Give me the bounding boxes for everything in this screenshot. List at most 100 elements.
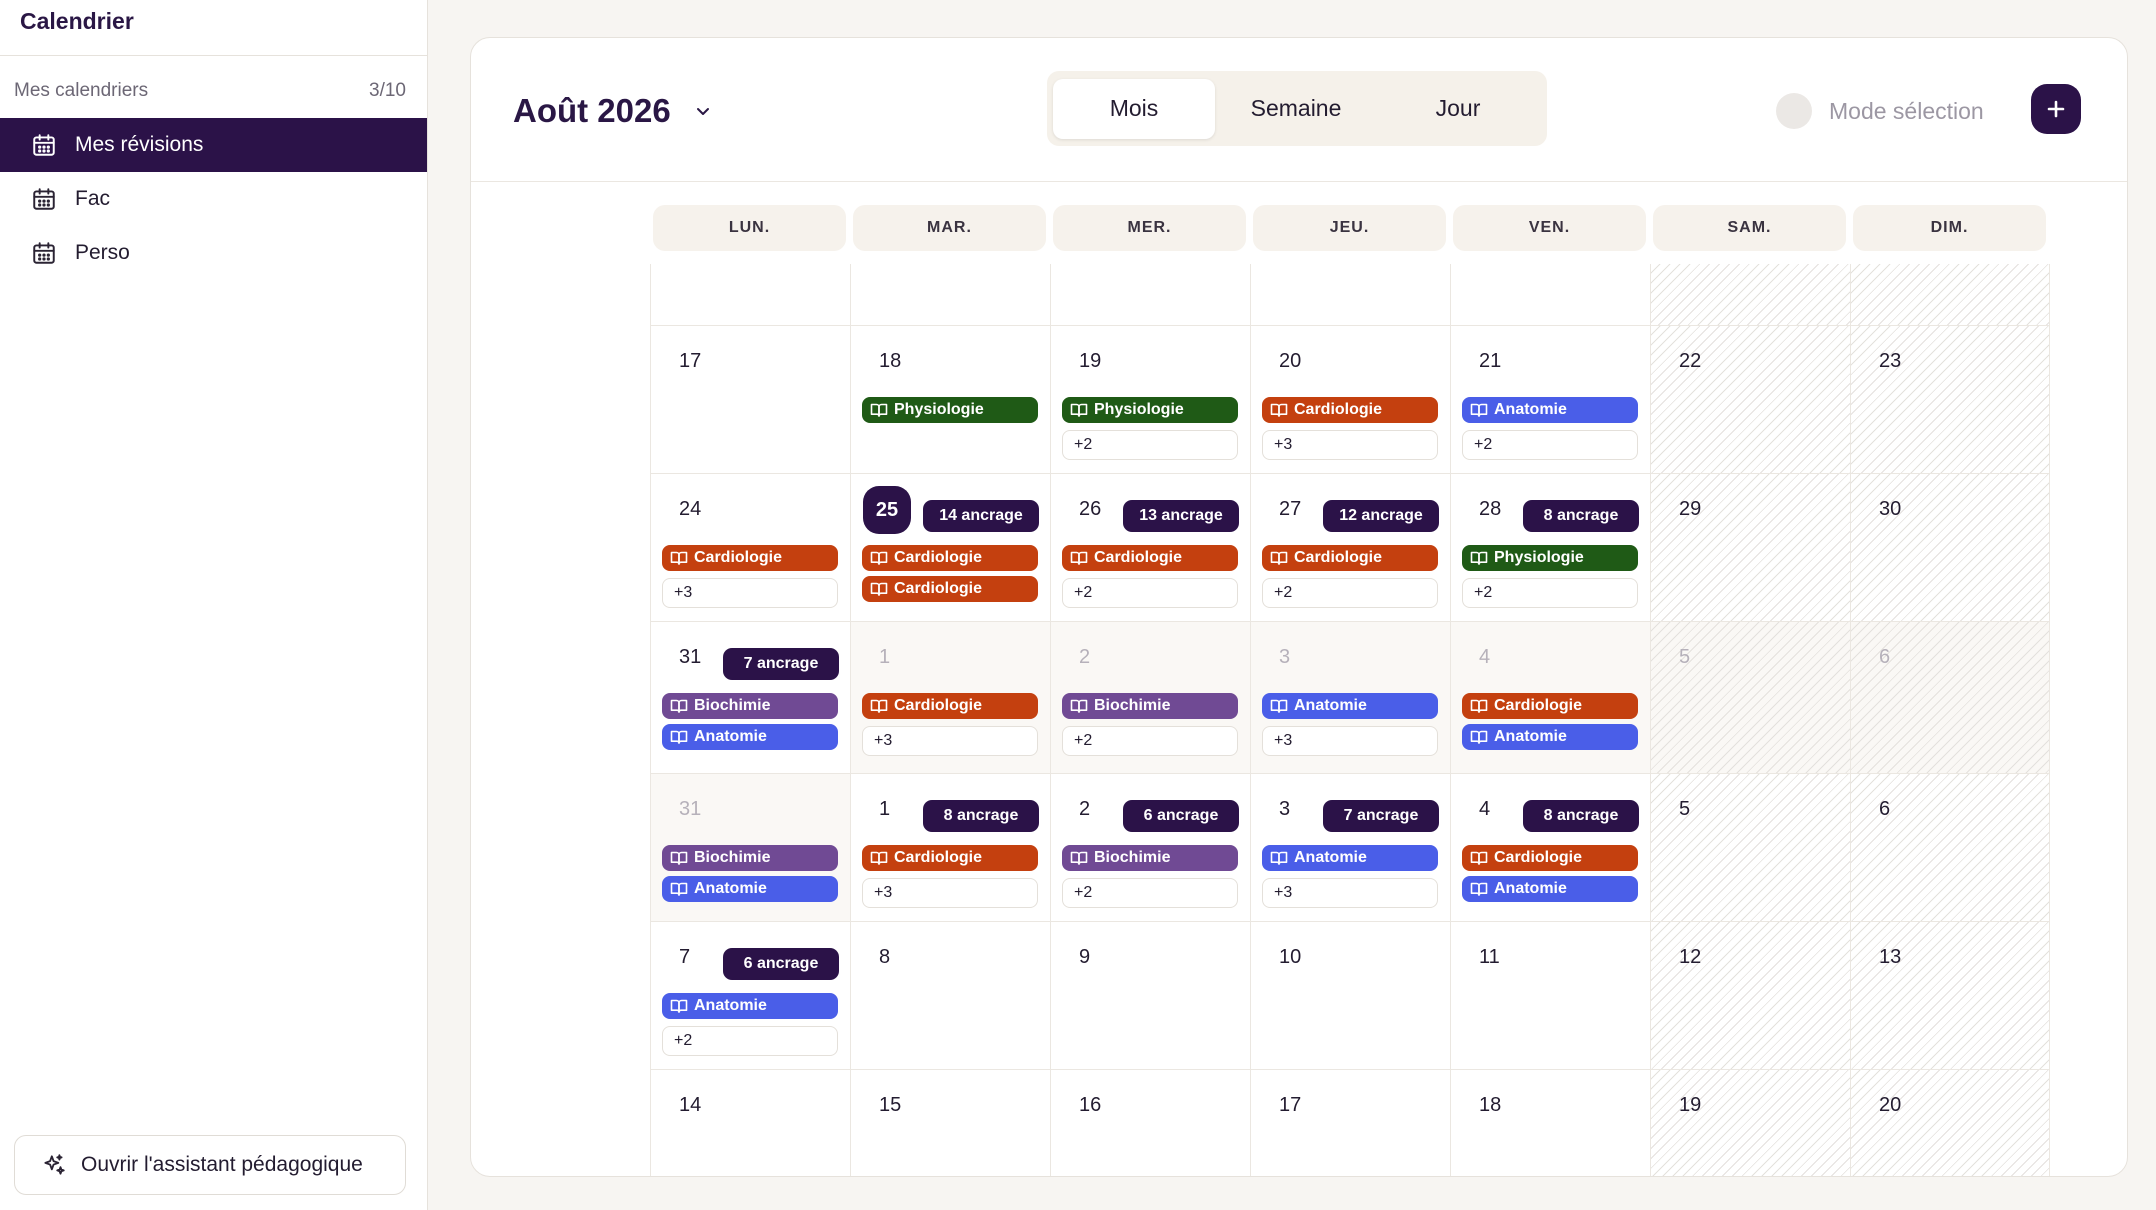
sidebar-item-perso[interactable]: Perso xyxy=(0,226,427,280)
ancrage-badge[interactable]: 13 ancrage xyxy=(1123,500,1239,532)
day-cell[interactable] xyxy=(650,264,850,326)
tab-mois[interactable]: Mois xyxy=(1053,78,1215,139)
event-chip[interactable]: Physiologie xyxy=(862,397,1038,423)
day-cell[interactable] xyxy=(1250,264,1450,326)
event-chip[interactable]: Cardiologie xyxy=(862,693,1038,719)
day-cell[interactable]: 4 Cardiologie Anatomie xyxy=(1450,622,1650,774)
day-cell[interactable]: 24 Cardiologie +3 xyxy=(650,474,850,622)
day-cell[interactable]: 16 xyxy=(1050,1070,1250,1176)
day-cell[interactable]: 28 8 ancrage Physiologie +2 xyxy=(1450,474,1650,622)
day-cell[interactable]: 13 xyxy=(1850,922,2050,1070)
open-assistant-button[interactable]: Ouvrir l'assistant pédagogique xyxy=(14,1135,406,1195)
day-cell[interactable]: 12 xyxy=(1650,922,1850,1070)
day-cell[interactable] xyxy=(1050,264,1250,326)
event-chip[interactable]: Anatomie xyxy=(662,876,838,902)
selection-mode-toggle[interactable]: Mode sélection xyxy=(1776,93,1984,129)
ancrage-badge[interactable]: 7 ancrage xyxy=(723,648,839,680)
month-picker[interactable]: Août 2026 xyxy=(513,92,713,130)
day-cell[interactable]: 31 7 ancrage Biochimie Anatomie xyxy=(650,622,850,774)
event-chip[interactable]: Anatomie xyxy=(1462,876,1638,902)
day-cell[interactable] xyxy=(1650,264,1850,326)
day-cell[interactable]: 20 xyxy=(1850,1070,2050,1176)
day-cell[interactable]: 26 13 ancrage Cardiologie +2 xyxy=(1050,474,1250,622)
day-cell[interactable] xyxy=(1850,264,2050,326)
day-cell[interactable]: 27 12 ancrage Cardiologie +2 xyxy=(1250,474,1450,622)
event-chip[interactable]: Anatomie xyxy=(1462,397,1638,423)
day-cell[interactable]: 6 xyxy=(1850,774,2050,922)
day-cell[interactable]: 22 xyxy=(1650,326,1850,474)
ancrage-badge[interactable]: 8 ancrage xyxy=(1523,800,1639,832)
event-chip[interactable]: Cardiologie xyxy=(1462,845,1638,871)
day-cell[interactable]: 15 xyxy=(850,1070,1050,1176)
day-cell[interactable]: 11 xyxy=(1450,922,1650,1070)
day-cell[interactable]: 2 6 ancrage Biochimie +2 xyxy=(1050,774,1250,922)
event-chip[interactable]: Biochimie xyxy=(1062,693,1238,719)
day-cell[interactable]: 3 7 ancrage Anatomie +3 xyxy=(1250,774,1450,922)
ancrage-badge[interactable]: 8 ancrage xyxy=(1523,500,1639,532)
event-chip[interactable]: Biochimie xyxy=(1062,845,1238,871)
day-cell[interactable]: 1 Cardiologie +3 xyxy=(850,622,1050,774)
event-chip[interactable]: Cardiologie xyxy=(1262,397,1438,423)
more-events-button[interactable]: +3 xyxy=(1262,878,1438,908)
day-cell[interactable]: 25 14 ancrage Cardiologie Cardiologie xyxy=(850,474,1050,622)
day-cell[interactable] xyxy=(1450,264,1650,326)
event-chip[interactable]: Cardiologie xyxy=(862,845,1038,871)
add-event-button[interactable] xyxy=(2031,84,2081,134)
day-cell[interactable]: 23 xyxy=(1850,326,2050,474)
more-events-button[interactable]: +2 xyxy=(1262,578,1438,608)
event-chip[interactable]: Cardiologie xyxy=(662,545,838,571)
day-cell[interactable]: 14 xyxy=(650,1070,850,1176)
ancrage-badge[interactable]: 6 ancrage xyxy=(1123,800,1239,832)
more-events-button[interactable]: +3 xyxy=(662,578,838,608)
event-chip[interactable]: Anatomie xyxy=(662,993,838,1019)
event-chip[interactable]: Biochimie xyxy=(662,693,838,719)
ancrage-badge[interactable]: 12 ancrage xyxy=(1323,500,1439,532)
event-chip[interactable]: Cardiologie xyxy=(1262,545,1438,571)
more-events-button[interactable]: +3 xyxy=(1262,726,1438,756)
more-events-button[interactable]: +3 xyxy=(862,726,1038,756)
ancrage-badge[interactable]: 7 ancrage xyxy=(1323,800,1439,832)
more-events-button[interactable]: +3 xyxy=(862,878,1038,908)
more-events-button[interactable]: +3 xyxy=(1262,430,1438,460)
day-cell[interactable]: 21 Anatomie +2 xyxy=(1450,326,1650,474)
day-cell[interactable] xyxy=(850,264,1050,326)
day-cell[interactable]: 8 xyxy=(850,922,1050,1070)
day-cell[interactable]: 9 xyxy=(1050,922,1250,1070)
day-cell[interactable]: 17 xyxy=(650,326,850,474)
sidebar-item-mes-revisions[interactable]: Mes révisions xyxy=(0,118,427,172)
day-cell[interactable]: 7 6 ancrage Anatomie +2 xyxy=(650,922,850,1070)
more-events-button[interactable]: +2 xyxy=(1062,726,1238,756)
day-cell[interactable]: 10 xyxy=(1250,922,1450,1070)
event-chip[interactable]: Cardiologie xyxy=(1462,693,1638,719)
more-events-button[interactable]: +2 xyxy=(1462,578,1638,608)
day-cell[interactable]: 3 Anatomie +3 xyxy=(1250,622,1450,774)
more-events-button[interactable]: +2 xyxy=(1062,430,1238,460)
day-cell[interactable]: 18 xyxy=(1450,1070,1650,1176)
day-cell[interactable]: 2 Biochimie +2 xyxy=(1050,622,1250,774)
day-cell[interactable]: 18 Physiologie xyxy=(850,326,1050,474)
day-cell[interactable]: 17 xyxy=(1250,1070,1450,1176)
tab-semaine[interactable]: Semaine xyxy=(1215,79,1377,139)
day-cell[interactable]: 5 xyxy=(1650,774,1850,922)
day-cell[interactable]: 4 8 ancrage Cardiologie Anatomie xyxy=(1450,774,1650,922)
more-events-button[interactable]: +2 xyxy=(1462,430,1638,460)
ancrage-badge[interactable]: 6 ancrage xyxy=(723,948,839,980)
event-chip[interactable]: Anatomie xyxy=(1462,724,1638,750)
ancrage-badge[interactable]: 8 ancrage xyxy=(923,800,1039,832)
day-cell[interactable]: 29 xyxy=(1650,474,1850,622)
event-chip[interactable]: Cardiologie xyxy=(1062,545,1238,571)
day-cell[interactable]: 19 xyxy=(1650,1070,1850,1176)
event-chip[interactable]: Cardiologie xyxy=(862,576,1038,602)
day-cell[interactable]: 1 8 ancrage Cardiologie +3 xyxy=(850,774,1050,922)
day-cell[interactable]: 20 Cardiologie +3 xyxy=(1250,326,1450,474)
event-chip[interactable]: Cardiologie xyxy=(862,545,1038,571)
day-cell[interactable]: 31 Biochimie Anatomie xyxy=(650,774,850,922)
more-events-button[interactable]: +2 xyxy=(1062,878,1238,908)
more-events-button[interactable]: +2 xyxy=(662,1026,838,1056)
event-chip[interactable]: Anatomie xyxy=(1262,693,1438,719)
more-events-button[interactable]: +2 xyxy=(1062,578,1238,608)
day-cell[interactable]: 19 Physiologie +2 xyxy=(1050,326,1250,474)
event-chip[interactable]: Anatomie xyxy=(1262,845,1438,871)
day-cell[interactable]: 5 xyxy=(1650,622,1850,774)
event-chip[interactable]: Physiologie xyxy=(1062,397,1238,423)
